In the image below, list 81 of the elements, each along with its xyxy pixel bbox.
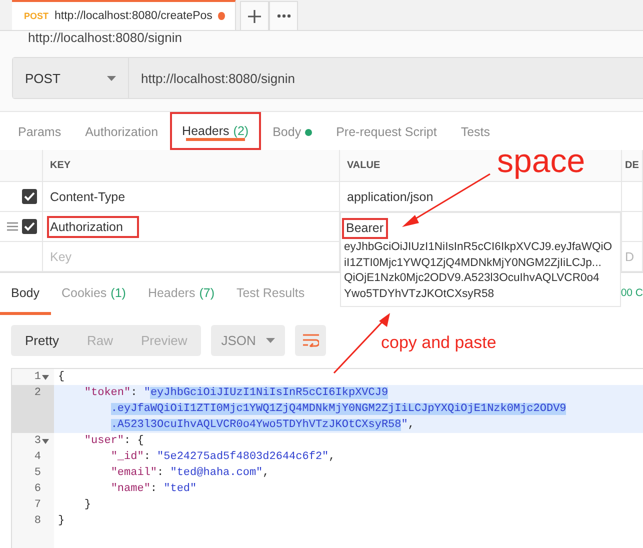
caret-icon bbox=[266, 338, 276, 343]
request-section-tab[interactable]: Params bbox=[6, 112, 74, 150]
code-token: } bbox=[58, 515, 65, 527]
response-tab[interactable]: Headers (7) bbox=[136, 273, 226, 315]
token-text-line: Ywo5TDYhVTzJKOtCXsyR58 bbox=[344, 286, 494, 302]
line-number: 1 bbox=[33, 370, 41, 385]
selected-string-text: eyJhbGciOiJIUzI1NiIsInR5cCI6IkpXVCJ9 bbox=[150, 387, 388, 399]
code-token: : bbox=[150, 483, 158, 495]
fold-caret-icon[interactable] bbox=[42, 438, 49, 444]
line-number: 6 bbox=[33, 482, 41, 497]
plus-icon bbox=[248, 10, 261, 22]
tab-method: POST bbox=[24, 11, 49, 21]
fold-caret-icon[interactable] bbox=[42, 374, 49, 380]
code-token: " bbox=[401, 419, 408, 431]
header-value: Bearer bbox=[342, 218, 388, 239]
code-token: , bbox=[262, 467, 270, 479]
request-section-tab[interactable]: Authorization bbox=[73, 112, 170, 150]
current-line-gutter bbox=[12, 417, 54, 433]
checkbox[interactable] bbox=[22, 219, 37, 234]
new-tab-button[interactable] bbox=[240, 1, 269, 30]
column-header: KEY bbox=[43, 150, 340, 182]
code-token: : bbox=[157, 467, 165, 479]
wrap-lines-button[interactable] bbox=[295, 325, 326, 356]
code-token: "token" bbox=[84, 387, 131, 399]
line-number: 3 bbox=[33, 434, 41, 449]
token-text-line: iI1ZTI0Mjc1YWQ1ZjQ4MDNkMjY0NGM2ZjIiLCJp... bbox=[344, 256, 602, 270]
wrap-lines-icon bbox=[302, 334, 319, 347]
code-token: "user" bbox=[84, 435, 124, 447]
code-token: "5e24275ad5f4803d2644c6f2" bbox=[157, 451, 329, 463]
tab-count: (7) bbox=[199, 286, 214, 300]
code-token: "email" bbox=[110, 467, 158, 479]
request-tab[interactable]: POST http://localhost:8080/createPos bbox=[12, 0, 236, 30]
description-placeholder[interactable]: D bbox=[625, 250, 634, 264]
code-token: " bbox=[144, 387, 150, 399]
line-number: 4 bbox=[33, 450, 41, 465]
code-editor[interactable] bbox=[11, 368, 643, 548]
header-key[interactable]: Authorization bbox=[47, 216, 139, 238]
line-number: 2 bbox=[33, 386, 41, 401]
selected-string-text: .eyJfaWQiOiI1ZTI0Mjc1YWQ1ZjQ4MDNkMjY0NGM2ZjIiLCJpYXQiOjE1Nzk0Mjc2ODV9 bbox=[110, 403, 566, 415]
value-editor-popup[interactable]: Bearer eyJhbGciOiJIUzI1NiIsInR5cCI6IkpXVCJ9.eyJfaWQiO iI1ZTI0Mjc1YWQ1ZjQ4MDNkMjY0NGM2ZjIiLCJp... QiOjE1Nzk0Mjc2ODV9.A523l3OcuIhvAQLVCR0o4 Ywo5TDYhVTzJKOtCXsyR58 bbox=[340, 212, 621, 307]
selected-string-text: .A523l3OcuIhvAQLVCR0o4Ywo5TDYhVTzJKOtCXsyR58 bbox=[110, 419, 402, 431]
key-placeholder[interactable]: Key bbox=[50, 250, 72, 264]
code-token: , bbox=[408, 419, 414, 431]
more-button[interactable] bbox=[269, 1, 298, 30]
view-mode-button[interactable]: Raw bbox=[72, 325, 127, 356]
request-section-tab[interactable]: Body bbox=[260, 112, 324, 150]
token-text-line: eyJhbGciOiJIUzI1NiIsInR5cCI6IkpXVCJ9.eyJfaWQiO bbox=[344, 240, 612, 255]
status-text: 00 C bbox=[620, 287, 643, 299]
response-tab[interactable]: Body bbox=[0, 273, 50, 315]
code-token: { bbox=[58, 371, 65, 383]
tab-url: http://localhost:8080/createPos bbox=[54, 10, 212, 22]
checkbox[interactable] bbox=[22, 189, 37, 204]
response-tab[interactable]: Test Results bbox=[225, 273, 316, 315]
format-dropdown[interactable]: JSON bbox=[211, 325, 286, 356]
annotation-label: copy and paste bbox=[381, 333, 496, 353]
tab-count: (1) bbox=[110, 286, 126, 300]
code-token: "_id" bbox=[110, 451, 144, 463]
request-section-tab[interactable]: Pre-request Script bbox=[324, 112, 449, 150]
header-value[interactable]: application/json bbox=[347, 190, 434, 204]
view-mode-button[interactable]: Preview bbox=[126, 325, 202, 356]
header-count: (2) bbox=[233, 124, 249, 138]
code-token: "name" bbox=[110, 483, 150, 495]
header-key[interactable]: Content-Type bbox=[50, 190, 126, 204]
more-icon bbox=[276, 14, 290, 18]
code-token: : bbox=[144, 451, 152, 463]
code-token: : bbox=[130, 387, 138, 399]
drag-handle-icon[interactable] bbox=[7, 222, 18, 231]
request-section-tab[interactable]: Headers (2) bbox=[170, 112, 261, 150]
line-number: 5 bbox=[33, 466, 41, 481]
code-token: : { bbox=[124, 435, 144, 447]
request-name: http://localhost:8080/signin bbox=[0, 31, 643, 47]
line-number: 7 bbox=[33, 498, 41, 513]
code-token: } bbox=[84, 499, 92, 511]
code-token: "ted@haha.com" bbox=[170, 467, 263, 479]
token-text-line: QiOjE1Nzk0Mjc2ODV9.A523l3OcuIhvAQLVCR0o4 bbox=[344, 271, 600, 286]
column-header: DE bbox=[622, 150, 643, 182]
line-number: 8 bbox=[33, 514, 41, 529]
view-mode-button[interactable]: Pretty bbox=[11, 325, 73, 356]
response-tab[interactable]: Cookies (1) bbox=[50, 273, 137, 315]
code-token: "ted" bbox=[164, 483, 197, 495]
code-token: , bbox=[328, 451, 336, 463]
